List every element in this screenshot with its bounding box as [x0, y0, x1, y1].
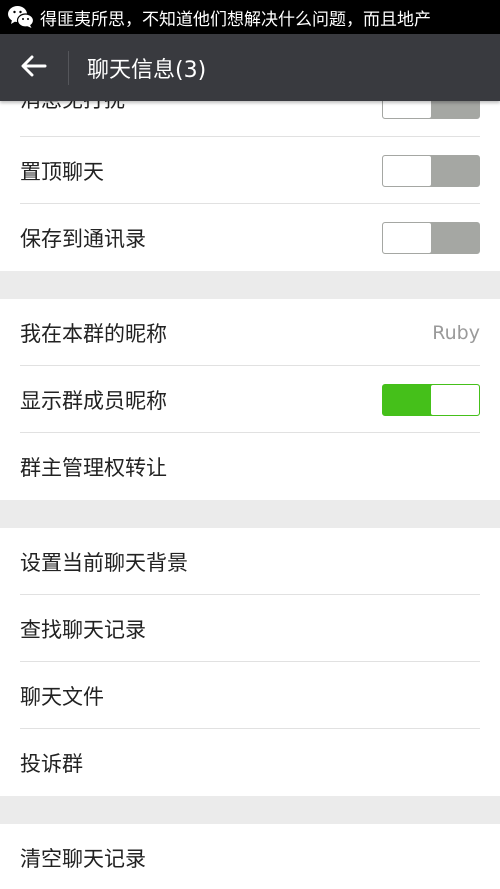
section-gap: [0, 271, 500, 299]
screen: 得匪夷所思，不知道他们想解决什么问题，而且地产 聊天信息(3) 消息免打扰 置顶…: [0, 0, 500, 889]
back-arrow-icon: [21, 55, 47, 81]
settings-list: 消息免打扰 置顶聊天 保存到通讯录 我在本群的昵称 Ruby 显示: [0, 101, 500, 889]
settings-group-danger: 清空聊天记录: [0, 824, 500, 889]
wechat-icon: [6, 2, 36, 32]
settings-group-alias: 我在本群的昵称 Ruby 显示群成员昵称 群主管理权转让: [0, 299, 500, 500]
sticky-on-top-row[interactable]: 置顶聊天: [0, 137, 500, 204]
chat-files-row[interactable]: 聊天文件: [0, 662, 500, 729]
report-group-label: 投诉群: [20, 751, 83, 776]
section-gap: [0, 500, 500, 528]
settings-group-chat: 设置当前聊天背景 查找聊天记录 聊天文件 投诉群: [0, 528, 500, 796]
my-alias-value: Ruby: [432, 321, 480, 344]
my-alias-label: 我在本群的昵称: [20, 321, 167, 346]
settings-group-notifications: 消息免打扰 置顶聊天 保存到通讯录: [0, 101, 500, 271]
back-button[interactable]: [0, 34, 68, 101]
notification-status-bar: 得匪夷所思，不知道他们想解决什么问题，而且地产: [0, 0, 500, 34]
transfer-owner-row[interactable]: 群主管理权转让: [0, 433, 500, 500]
set-background-row[interactable]: 设置当前聊天背景: [0, 528, 500, 595]
sticky-on-top-label: 置顶聊天: [20, 159, 104, 184]
my-alias-row[interactable]: 我在本群的昵称 Ruby: [0, 299, 500, 366]
set-background-label: 设置当前聊天背景: [20, 550, 188, 575]
show-member-alias-row[interactable]: 显示群成员昵称: [0, 366, 500, 433]
title-divider: [68, 50, 69, 85]
do-not-disturb-label: 消息免打扰: [20, 101, 125, 114]
page-title: 聊天信息(3): [87, 57, 207, 83]
chat-files-label: 聊天文件: [20, 684, 104, 709]
show-member-alias-label: 显示群成员昵称: [20, 388, 167, 413]
save-to-contacts-label: 保存到通讯录: [20, 226, 146, 251]
show-member-alias-toggle[interactable]: [382, 383, 480, 416]
do-not-disturb-toggle[interactable]: [382, 101, 480, 119]
transfer-owner-label: 群主管理权转让: [20, 455, 167, 480]
report-group-row[interactable]: 投诉群: [0, 729, 500, 796]
sticky-on-top-toggle[interactable]: [382, 154, 480, 187]
section-gap: [0, 796, 500, 824]
save-to-contacts-toggle[interactable]: [382, 221, 480, 254]
find-history-label: 查找聊天记录: [20, 617, 146, 642]
notification-text[interactable]: 得匪夷所思，不知道他们想解决什么问题，而且地产: [40, 5, 495, 30]
clear-history-label: 清空聊天记录: [20, 846, 146, 871]
do-not-disturb-row[interactable]: 消息免打扰: [0, 101, 500, 137]
action-bar: 聊天信息(3): [0, 34, 500, 101]
find-history-row[interactable]: 查找聊天记录: [0, 595, 500, 662]
clear-history-row[interactable]: 清空聊天记录: [0, 824, 500, 889]
save-to-contacts-row[interactable]: 保存到通讯录: [0, 204, 500, 271]
